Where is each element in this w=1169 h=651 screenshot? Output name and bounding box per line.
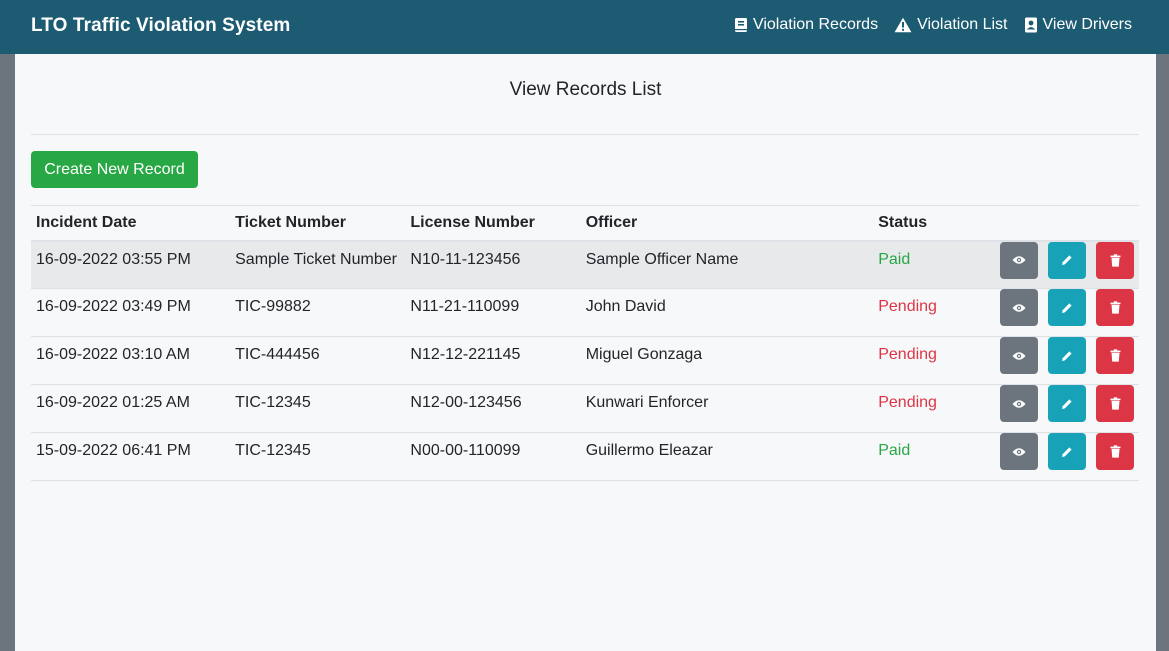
eye-icon [1012, 447, 1026, 456]
cell-ticket-number: Sample Ticket Number [230, 240, 406, 289]
row-actions [984, 432, 1139, 481]
cell-status: Pending [873, 288, 985, 337]
book-icon [734, 18, 747, 32]
cell-license-number: N00-00-110099 [405, 432, 581, 481]
header-ticket-number: Ticket Number [230, 205, 406, 242]
pencil-icon [1062, 350, 1072, 361]
view-button[interactable] [1000, 433, 1038, 470]
pencil-icon [1062, 446, 1072, 457]
table-row: 15-09-2022 06:41 PM TIC-12345 N00-00-11009… [31, 432, 1139, 481]
table-row: 16-09-2022 01:25 AM TIC-12345 N12-00-12345… [31, 384, 1139, 433]
cell-officer: Guillermo Eleazar [580, 432, 874, 481]
view-button[interactable] [1000, 241, 1038, 279]
cell-incident-date: 16-09-2022 03:55 PM [31, 240, 231, 289]
header-incident-date: Incident Date [31, 205, 231, 242]
cell-license-number: N12-00-123456 [405, 384, 581, 433]
row-actions [984, 384, 1139, 433]
cell-incident-date: 16-09-2022 03:49 PM [31, 288, 231, 337]
cell-status: Paid [873, 240, 985, 289]
cell-ticket-number: TIC-444456 [230, 336, 406, 385]
page-title: View Records List [509, 79, 662, 100]
row-actions [984, 288, 1139, 337]
view-button[interactable] [1000, 289, 1038, 326]
nav-violation-list-label: Violation List [917, 16, 1008, 33]
cell-ticket-number: TIC-12345 [230, 432, 406, 481]
cell-status: Pending [873, 336, 985, 385]
nav-violation-list[interactable]: Violation List [894, 16, 1008, 34]
table-row: 16-09-2022 03:49 PM TIC-99882 N11-21-11009… [31, 288, 1139, 337]
edit-button[interactable] [1048, 289, 1086, 326]
header-license-number: License Number [405, 205, 581, 242]
cell-license-number: N10-11-123456 [405, 240, 581, 289]
cell-officer: Sample Officer Name [580, 240, 874, 289]
pencil-icon [1062, 302, 1072, 313]
delete-button[interactable] [1096, 289, 1134, 326]
trash-icon [1110, 301, 1120, 314]
cell-status: Pending [873, 384, 985, 433]
cell-status: Paid [873, 432, 985, 481]
eye-icon [1012, 351, 1026, 360]
trash-icon [1110, 445, 1120, 458]
address-card-icon [1024, 17, 1037, 33]
edit-button[interactable] [1048, 337, 1086, 374]
view-button[interactable] [1000, 337, 1038, 374]
cell-incident-date: 16-09-2022 03:10 AM [31, 336, 231, 385]
cell-officer: Miguel Gonzaga [580, 336, 874, 385]
nav-view-drivers-label: View Drivers [1042, 16, 1133, 33]
delete-button[interactable] [1096, 385, 1134, 422]
delete-button[interactable] [1096, 433, 1134, 470]
delete-button[interactable] [1096, 241, 1134, 279]
cell-incident-date: 16-09-2022 01:25 AM [31, 384, 231, 433]
edit-button[interactable] [1048, 433, 1086, 470]
header-officer: Officer [580, 205, 874, 242]
eye-icon [1012, 256, 1026, 264]
records-table: Incident Date Ticket Number License Numb… [31, 205, 1139, 481]
main-content: View Records List Create New Record Inci… [15, 54, 1156, 651]
pencil-icon [1062, 398, 1072, 409]
nav-view-drivers[interactable]: View Drivers [1024, 16, 1133, 34]
app-brand[interactable]: LTO Traffic Violation System [31, 15, 290, 37]
create-new-record-button[interactable]: Create New Record [31, 151, 198, 188]
pencil-icon [1062, 255, 1072, 265]
header-actions [984, 205, 1139, 242]
cell-license-number: N12-12-221145 [405, 336, 581, 385]
table-row: 16-09-2022 03:55 PM Sample Ticket Number N… [31, 240, 1139, 289]
nav-violation-records[interactable]: Violation Records [734, 16, 878, 34]
eye-icon [1012, 303, 1026, 312]
nav-violation-records-label: Violation Records [752, 16, 879, 33]
header-status: Status [873, 205, 985, 242]
cell-officer: Kunwari Enforcer [580, 384, 874, 433]
trash-icon [1110, 253, 1120, 267]
title-divider [31, 134, 1139, 135]
trash-icon [1110, 397, 1120, 410]
top-navbar: LTO Traffic Violation System Violation R… [0, 0, 1169, 54]
trash-icon [1110, 349, 1120, 362]
table-row: 16-09-2022 03:10 AM TIC-444456 N12-12-2211… [31, 336, 1139, 385]
table-header-row: Incident Date Ticket Number License Numb… [31, 205, 1139, 242]
nav-links: Violation Records Violation List View Dr… [734, 16, 1132, 34]
warning-icon [894, 17, 912, 33]
edit-button[interactable] [1048, 241, 1086, 279]
row-actions [984, 240, 1139, 289]
delete-button[interactable] [1096, 337, 1134, 374]
edit-button[interactable] [1048, 385, 1086, 422]
cell-incident-date: 15-09-2022 06:41 PM [31, 432, 231, 481]
cell-ticket-number: TIC-99882 [230, 288, 406, 337]
view-button[interactable] [1000, 385, 1038, 422]
cell-license-number: N11-21-110099 [405, 288, 581, 337]
cell-officer: John David [580, 288, 874, 337]
cell-ticket-number: TIC-12345 [230, 384, 406, 433]
eye-icon [1012, 399, 1026, 408]
row-actions [984, 336, 1139, 385]
